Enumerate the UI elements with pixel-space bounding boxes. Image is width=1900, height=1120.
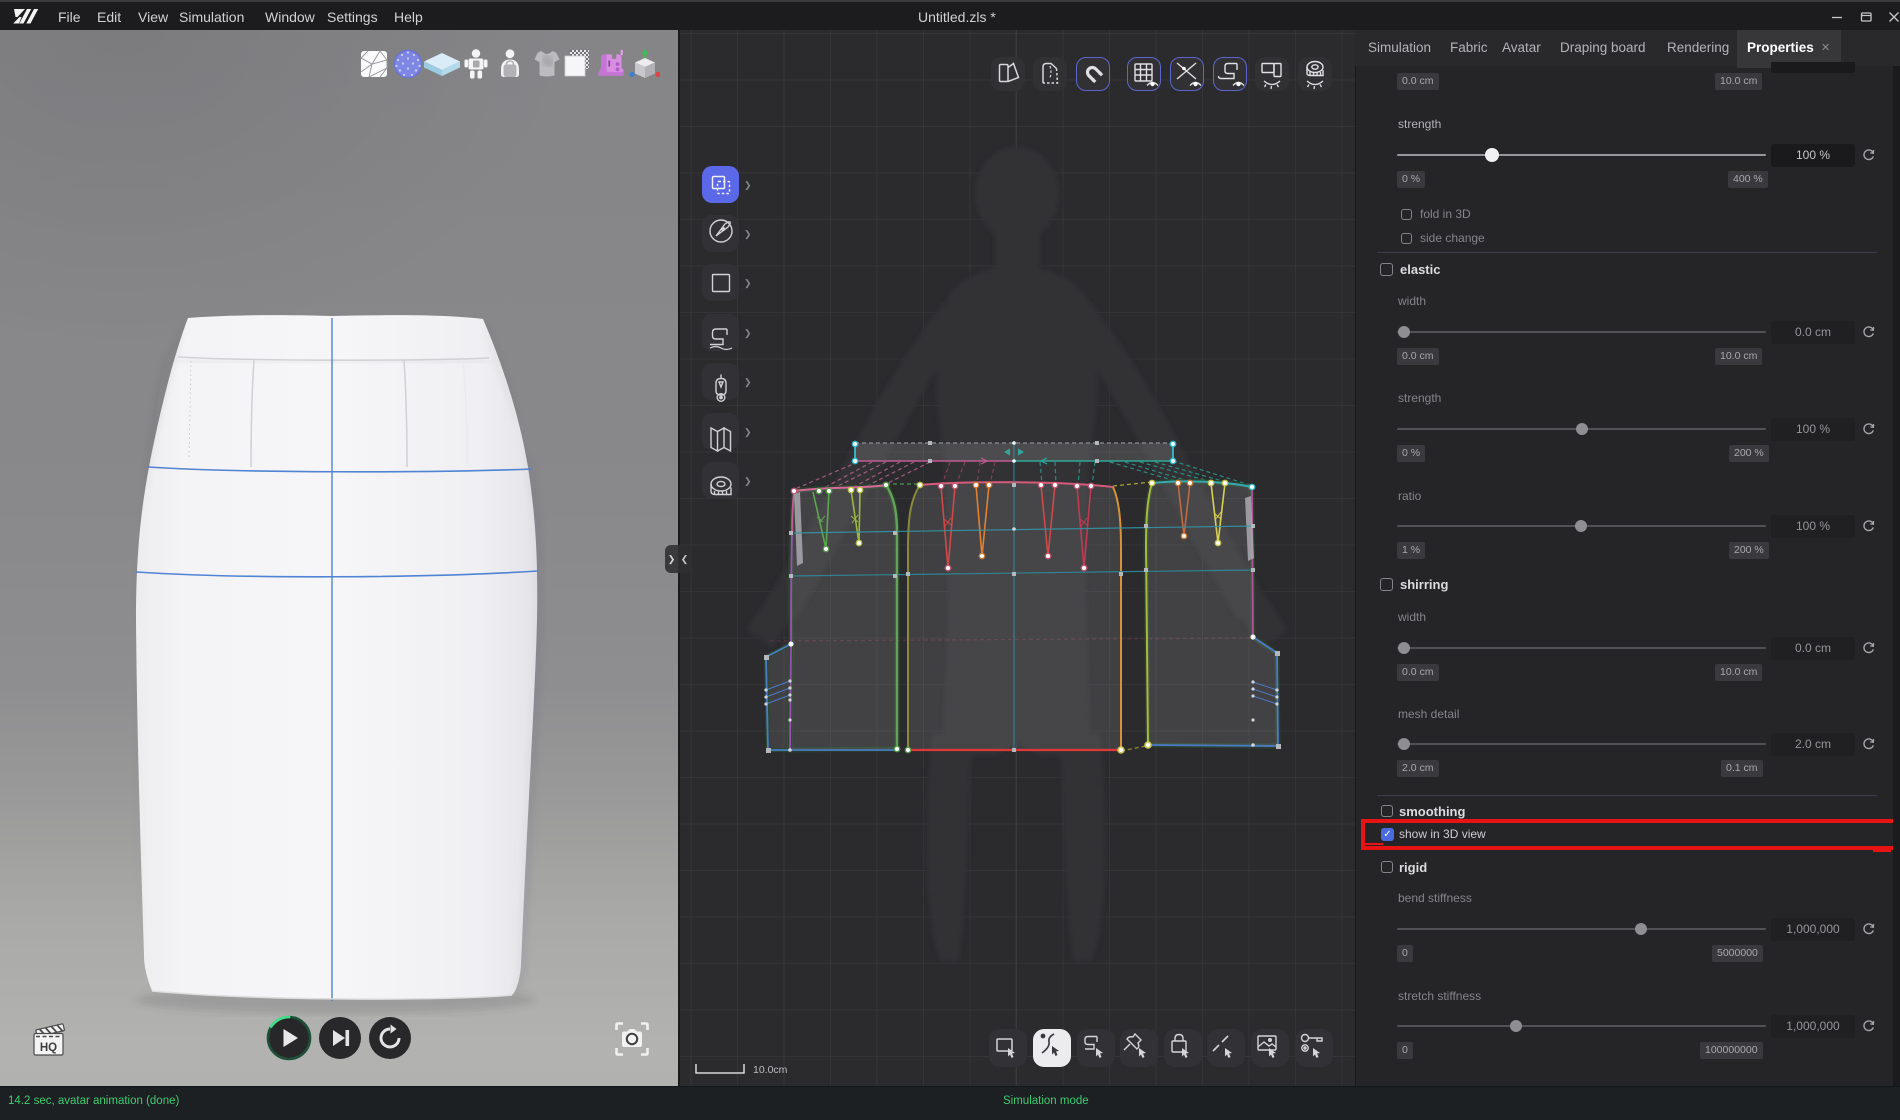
- svg-text:HQ: HQ: [40, 1042, 57, 1054]
- svg-text:10.0cm: 10.0cm: [753, 1064, 788, 1076]
